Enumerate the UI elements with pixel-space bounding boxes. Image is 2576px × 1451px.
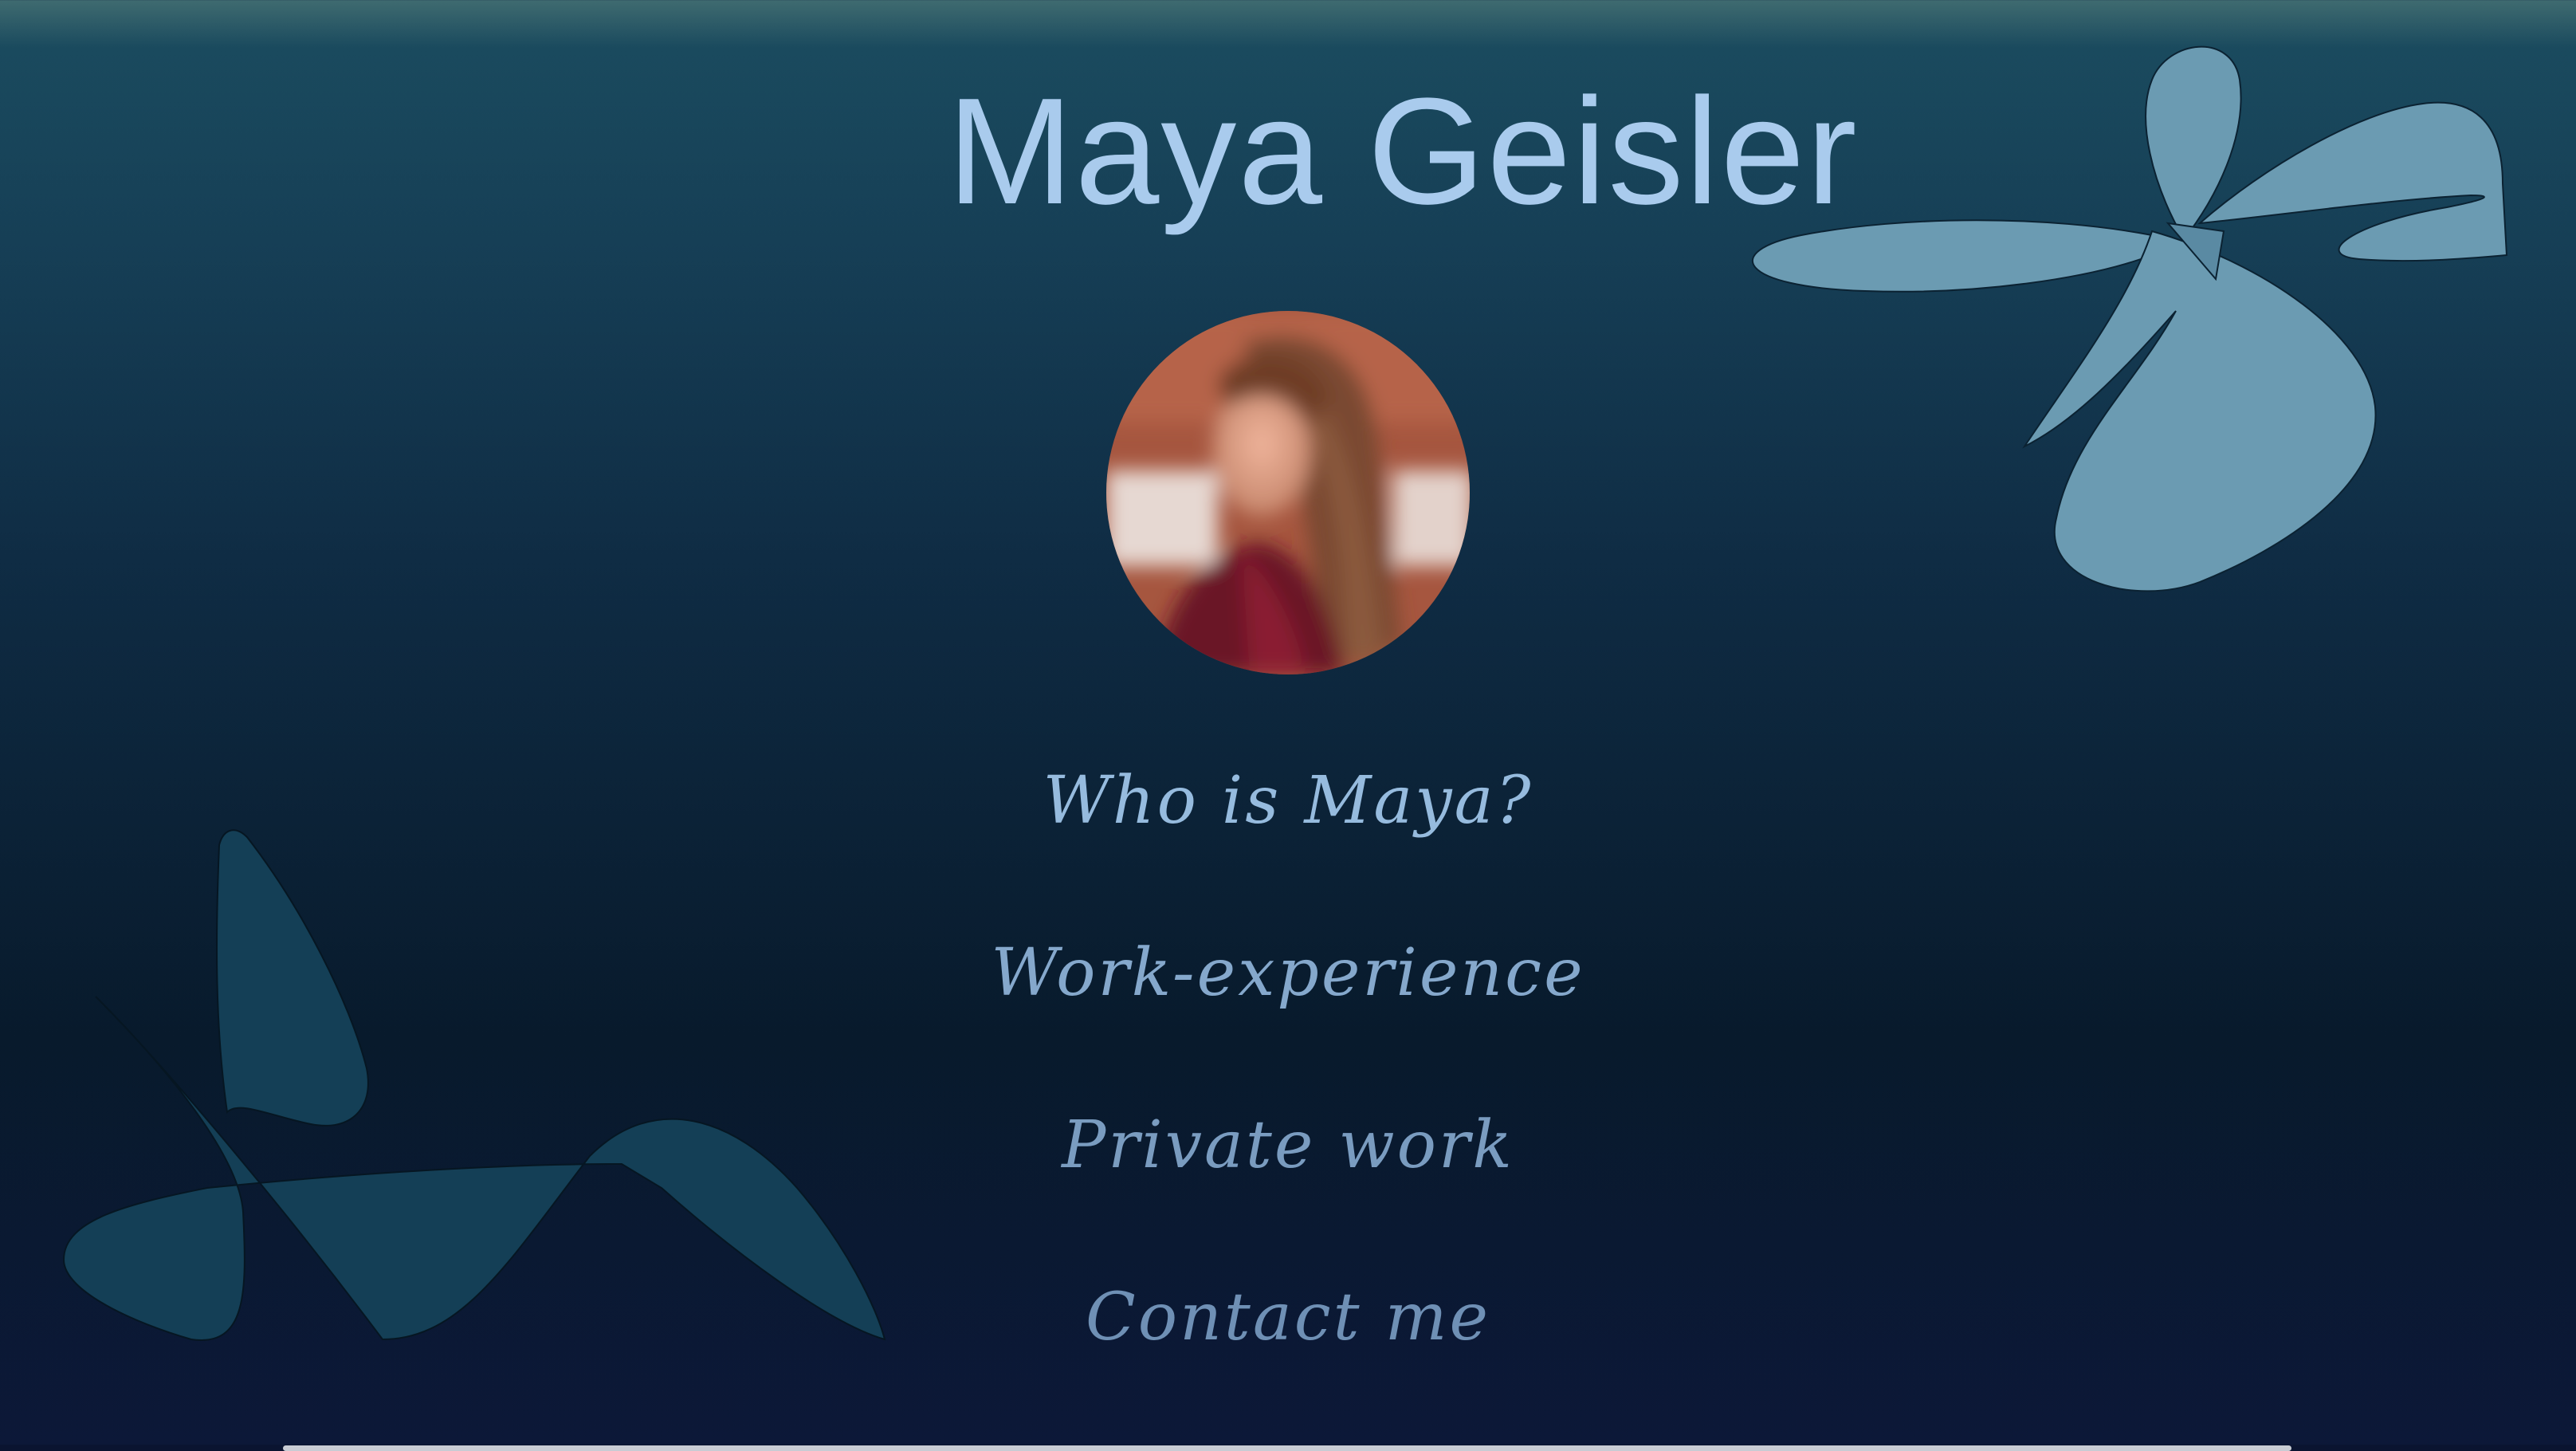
main-navigation: Who is Maya? Work-experience Private wor…	[0, 741, 2576, 1430]
nav-link-contact-me[interactable]: Contact me	[0, 1258, 2576, 1430]
nav-link-who-is-maya[interactable]: Who is Maya?	[0, 741, 2576, 914]
nav-link-work-experience[interactable]: Work-experience	[0, 914, 2576, 1086]
nav-link-private-work[interactable]: Private work	[0, 1086, 2576, 1258]
profile-photo-icon	[1106, 311, 1470, 674]
page-title: Maya Geisler	[947, 67, 1859, 236]
horizontal-scrollbar-thumb[interactable]	[283, 1445, 2291, 1451]
avatar	[1106, 311, 1470, 674]
